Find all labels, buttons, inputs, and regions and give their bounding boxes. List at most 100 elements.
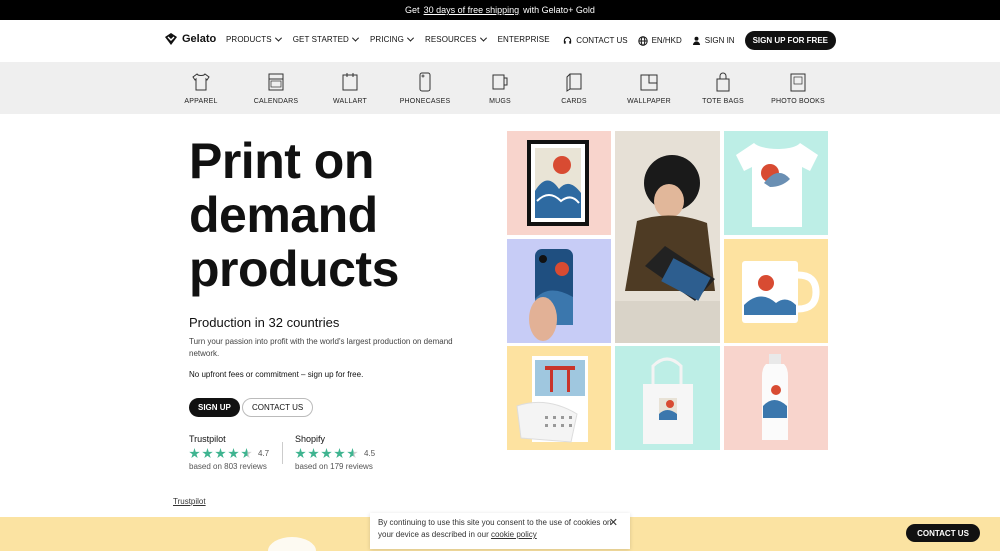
category-label: PHONECASES [399,98,451,105]
rating-source: Shopify [295,434,326,444]
mug-icon [492,74,508,90]
tshirt-icon [192,73,210,91]
category-label: WALLPAPER [627,98,671,105]
promo-prefix: Get [405,5,420,15]
category-label: CALENDARS [253,98,299,105]
rating-stars: 4.7 [189,448,269,459]
logo[interactable]: Gelato [164,32,216,46]
sign-in-label: SIGN IN [704,36,735,45]
contact-us-button[interactable]: CONTACT US [242,398,314,417]
floating-contact-button[interactable]: CONTACT US [906,524,980,542]
wallpaper-icon [640,74,658,91]
star-icon [321,448,332,459]
contact-us-label: CONTACT US [576,36,628,45]
tile-phonecase [507,239,611,343]
tile-framed-print [507,131,611,235]
star-icon [215,448,226,459]
category-cards[interactable]: CARDS [539,71,609,105]
main-nav: PRODUCTS GET STARTED PRICING RESOURCES E… [226,34,550,44]
locale-label: EN/HKD [651,36,682,45]
sign-up-button[interactable]: SIGN UP [189,398,240,417]
trustpilot-rating: Trustpilot 4.7 based on 803 reviews [189,434,269,471]
logo-text: Gelato [182,33,217,45]
star-icon [295,448,306,459]
rating-source: Trustpilot [189,434,226,444]
hero-title-line: Print on [189,133,374,189]
star-icon [189,448,200,459]
cookie-policy-link[interactable]: cookie policy [491,530,537,539]
category-tote-bags[interactable]: TOTE BAGS [688,71,758,105]
shopify-rating: Shopify 4.5 based on 179 reviews [295,434,375,471]
locale-selector[interactable]: EN/HKD [637,35,682,46]
star-icon [202,448,213,459]
hero-title-line: demand [189,187,378,243]
category-label: MUGS [489,98,511,105]
tile-water-bottle [724,346,828,450]
rating-score: 4.7 [258,449,270,458]
sign-in-link[interactable]: SIGN IN [692,36,735,45]
nav-products[interactable]: PRODUCTS [226,34,282,44]
hero-no-fees: No upfront fees or commitment – sign up … [189,370,364,379]
card-icon [566,73,582,92]
hero-title: Print on demand products [189,134,489,296]
star-icon [334,448,345,459]
contact-us-link[interactable]: CONTACT US [563,36,628,45]
water-bottle-image [762,354,788,440]
sign-up-free-button[interactable]: SIGN UP FOR FREE [744,31,836,50]
globe-icon [637,35,648,46]
category-label: PHOTO BOOKS [771,98,825,105]
tote-bag-image [643,357,693,444]
nav-label: PRODUCTS [226,35,272,44]
promo-bar: Get 30 days of free shipping with Gelato… [0,0,1000,20]
category-wallpaper[interactable]: WALLPAPER [614,71,684,105]
rating-stars: 4.5 [295,448,375,459]
calendar-icon [268,73,284,91]
photo-book-icon [790,73,806,92]
hero-subtitle: Production in 32 countries [189,315,340,330]
nav-resources[interactable]: RESOURCES [424,34,487,44]
category-mugs[interactable]: MUGS [465,71,535,105]
nav-get-started[interactable]: GET STARTED [293,34,359,44]
category-label: CARDS [561,98,587,105]
nav-pricing[interactable]: PRICING [370,34,415,44]
tshirt-image [736,143,818,227]
cookie-banner: By continuing to use this site you conse… [370,513,630,549]
category-label: WALLART [332,98,368,105]
gelato-logo-icon [165,33,177,45]
close-icon[interactable]: ✕ [609,517,618,529]
chevron-down-icon [406,34,415,42]
chevron-down-icon [274,34,282,42]
category-phonecases[interactable]: PHONECASES [390,71,460,105]
category-calendars[interactable]: CALENDARS [241,71,311,105]
promo-suffix: with Gelato+ Gold [523,5,595,15]
chevron-down-icon [479,34,487,42]
product-peek-image [268,537,316,551]
hero-description: Turn your passion into profit with the w… [189,337,453,358]
star-icon [228,448,239,459]
tote-bag-icon [716,72,730,92]
category-wallart[interactable]: WALLART [315,71,385,105]
category-apparel[interactable]: APPAREL [166,71,236,105]
nav-enterprise[interactable]: ENTERPRISE [498,35,550,44]
tile-mug [724,239,828,343]
wallart-icon [342,73,358,91]
nav-label: RESOURCES [424,35,477,44]
rating-divider [282,442,283,464]
trustpilot-link[interactable]: Trustpilot [173,497,206,506]
header-actions: CONTACT US EN/HKD SIGN IN SIGN UP FOR FR… [563,31,836,50]
category-photo-books[interactable]: PHOTO BOOKS [763,71,833,105]
mug-image [742,261,820,323]
rating-based-on: based on 179 reviews [295,462,373,471]
hero-title-line: products [189,241,399,297]
header: Gelato PRODUCTS GET STARTED PRICING RESO… [0,20,1000,62]
nav-label: ENTERPRISE [497,35,550,44]
promo-link[interactable]: 30 days of free shipping [424,5,520,15]
star-icon [308,448,319,459]
category-label: APPAREL [184,98,218,105]
headset-icon [564,36,572,44]
phonecase-image [529,249,573,341]
calendar-image [516,356,588,443]
creator-photo-image [615,131,720,343]
rating-score: 4.5 [364,449,376,458]
tile-creator-photo [615,131,720,343]
